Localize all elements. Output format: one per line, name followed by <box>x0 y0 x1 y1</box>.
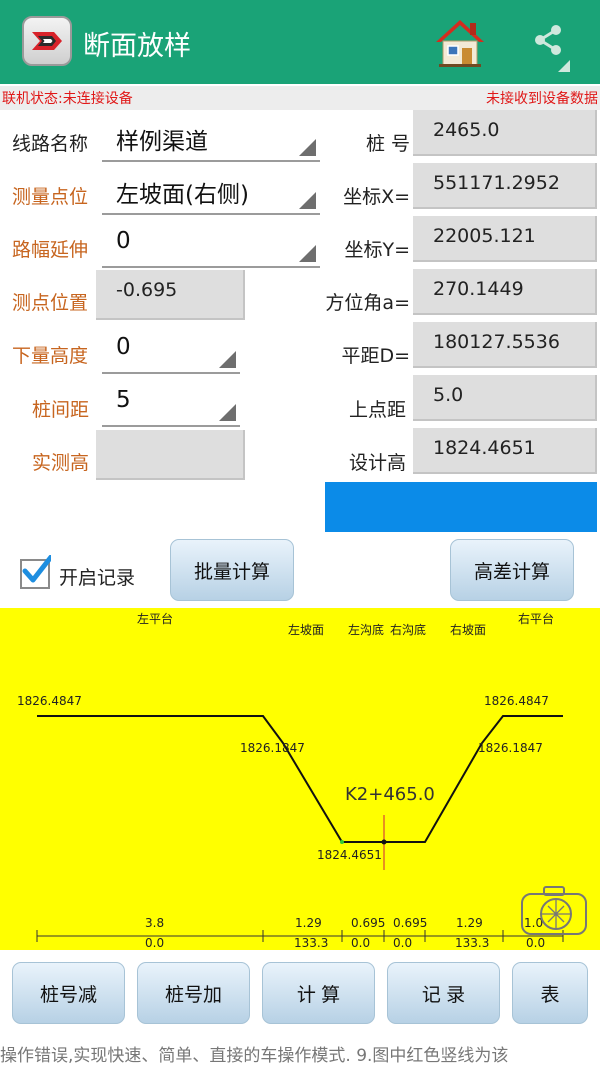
down-height-label: 下量高度 <box>12 345 89 367</box>
line-name-value: 样例渠道 <box>116 129 208 155</box>
elevation-label: 1826.4847 <box>484 694 549 708</box>
pile-no-field[interactable]: 2465.0 <box>413 110 597 156</box>
bottom-point-marker <box>340 840 344 844</box>
table-button[interactable]: 表 <box>512 962 588 1024</box>
station-label: K2+465.0 <box>345 784 435 805</box>
point-position-value: -0.695 <box>116 279 178 301</box>
coord-y-value: 22005.121 <box>433 225 536 247</box>
measure-point-label: 测量点位 <box>12 186 89 208</box>
road-extend-label: 路幅延伸 <box>12 239 89 261</box>
prev-distance-field[interactable]: 5.0 <box>413 375 597 421</box>
dropdown-triangle-icon <box>219 351 236 368</box>
checkmark-icon <box>22 555 51 583</box>
point-position-field[interactable]: -0.695 <box>96 270 245 320</box>
section-label: 左平台 <box>137 612 174 626</box>
section-label: 左沟底 <box>348 623 385 637</box>
cross-section-profile <box>37 715 563 843</box>
app-root: 断面放样 联机状态:未连接设备 未接收到设备数据 线路名称 样例渠道 测量点位 … <box>0 0 600 1067</box>
dimension-offset: 133.3 <box>455 936 490 950</box>
dimension-width: 3.8 <box>145 916 165 930</box>
design-height-field[interactable]: 1824.4651 <box>413 428 597 474</box>
road-extend-value: 0 <box>116 228 131 254</box>
coord-x-field[interactable]: 551171.2952 <box>413 163 597 209</box>
elevation-label: 1826.1847 <box>478 741 543 755</box>
dimension-width: 1.29 <box>456 916 483 930</box>
center-point-marker <box>381 839 387 845</box>
dimension-offset: 0.0 <box>351 936 371 950</box>
section-label: 左坡面 <box>288 623 325 637</box>
pile-no-value: 2465.0 <box>433 119 500 141</box>
cross-section-svg <box>36 715 564 942</box>
dropdown-triangle-icon <box>299 245 316 262</box>
down-height-select[interactable]: 0 <box>102 326 240 374</box>
measured-height-label: 实测高 <box>32 452 90 474</box>
pile-no-label: 桩 号 <box>365 133 410 155</box>
azimuth-field[interactable]: 270.1449 <box>413 269 597 315</box>
coord-x-value: 551171.2952 <box>433 172 560 194</box>
line-name-select[interactable]: 样例渠道 <box>102 114 320 162</box>
design-height-value: 1824.4651 <box>433 437 536 459</box>
measure-point-select[interactable]: 左坡面(右侧) <box>102 167 320 215</box>
cross-section-drawing[interactable]: 左平台 左坡面 左沟底 右沟底 右坡面 右平台 1826.4847 1826.1… <box>0 608 600 950</box>
prev-distance-label: 上点距 <box>348 399 406 421</box>
dimension-offset: 0.0 <box>145 936 165 950</box>
elevation-label: 1824.4651 <box>317 848 382 862</box>
record-checkbox[interactable] <box>20 555 51 589</box>
distance-field[interactable]: 180127.5536 <box>413 322 597 368</box>
section-label: 右坡面 <box>450 623 487 637</box>
dimension-offset: 133.3 <box>294 936 329 950</box>
distance-value: 180127.5536 <box>433 331 560 353</box>
device-data-status: 未接收到设备数据 <box>486 91 598 107</box>
dimension-width: 0.695 <box>393 916 428 930</box>
dropdown-triangle-icon <box>299 192 316 209</box>
record-checkbox-label: 开启记录 <box>59 567 136 589</box>
connection-status: 联机状态:未连接设备 <box>2 91 133 107</box>
status-color-bar <box>325 482 597 532</box>
share-icon[interactable] <box>528 22 578 72</box>
coord-y-label: 坐标Y= <box>344 239 410 261</box>
measure-point-value: 左坡面(右侧) <box>116 182 249 208</box>
connection-status-bar: 联机状态:未连接设备 未接收到设备数据 <box>0 86 600 110</box>
coord-x-label: 坐标X= <box>343 186 410 208</box>
dimension-width: 1.29 <box>295 916 322 930</box>
coord-y-field[interactable]: 22005.121 <box>413 216 597 262</box>
design-height-label: 设计高 <box>348 452 406 474</box>
azimuth-value: 270.1449 <box>433 278 524 300</box>
camera-icon[interactable] <box>520 884 588 936</box>
title-bar: 断面放样 <box>0 0 600 84</box>
marquee-caption: 操作错误,实现快速、简单、直接的车操作模式. 9.图中红色竖线为该 <box>0 1040 600 1067</box>
dimension-offset: 0.0 <box>393 936 413 950</box>
calculate-button[interactable]: 计 算 <box>262 962 375 1024</box>
page-title: 断面放样 <box>83 31 191 62</box>
dimension-offset: 0.0 <box>526 936 546 950</box>
elevation-label: 1826.1847 <box>240 741 305 755</box>
record-button[interactable]: 记 录 <box>387 962 500 1024</box>
pile-interval-label: 桩间距 <box>32 399 90 421</box>
app-logo-icon <box>22 16 72 66</box>
pile-increment-button[interactable]: 桩号加 <box>137 962 250 1024</box>
height-diff-calc-button[interactable]: 高差计算 <box>450 539 574 601</box>
pile-decrement-button[interactable]: 桩号减 <box>12 962 125 1024</box>
pile-interval-value: 5 <box>116 387 131 413</box>
down-height-value: 0 <box>116 334 131 360</box>
point-position-label: 测点位置 <box>12 292 89 314</box>
measured-height-field[interactable] <box>96 430 245 480</box>
pile-interval-select[interactable]: 5 <box>102 379 240 427</box>
section-label: 右平台 <box>518 612 555 626</box>
road-extend-select[interactable]: 0 <box>102 220 320 268</box>
elevation-label: 1826.4847 <box>17 694 82 708</box>
batch-calc-button[interactable]: 批量计算 <box>170 539 294 601</box>
section-label: 右沟底 <box>390 623 427 637</box>
home-icon[interactable] <box>432 14 488 70</box>
dropdown-triangle-icon <box>219 404 236 421</box>
line-name-label: 线路名称 <box>12 133 89 155</box>
azimuth-label: 方位角a= <box>325 292 410 314</box>
dropdown-triangle-icon <box>299 139 316 156</box>
prev-distance-value: 5.0 <box>433 384 464 406</box>
distance-label: 平距D= <box>341 345 410 367</box>
dimension-width: 0.695 <box>351 916 386 930</box>
